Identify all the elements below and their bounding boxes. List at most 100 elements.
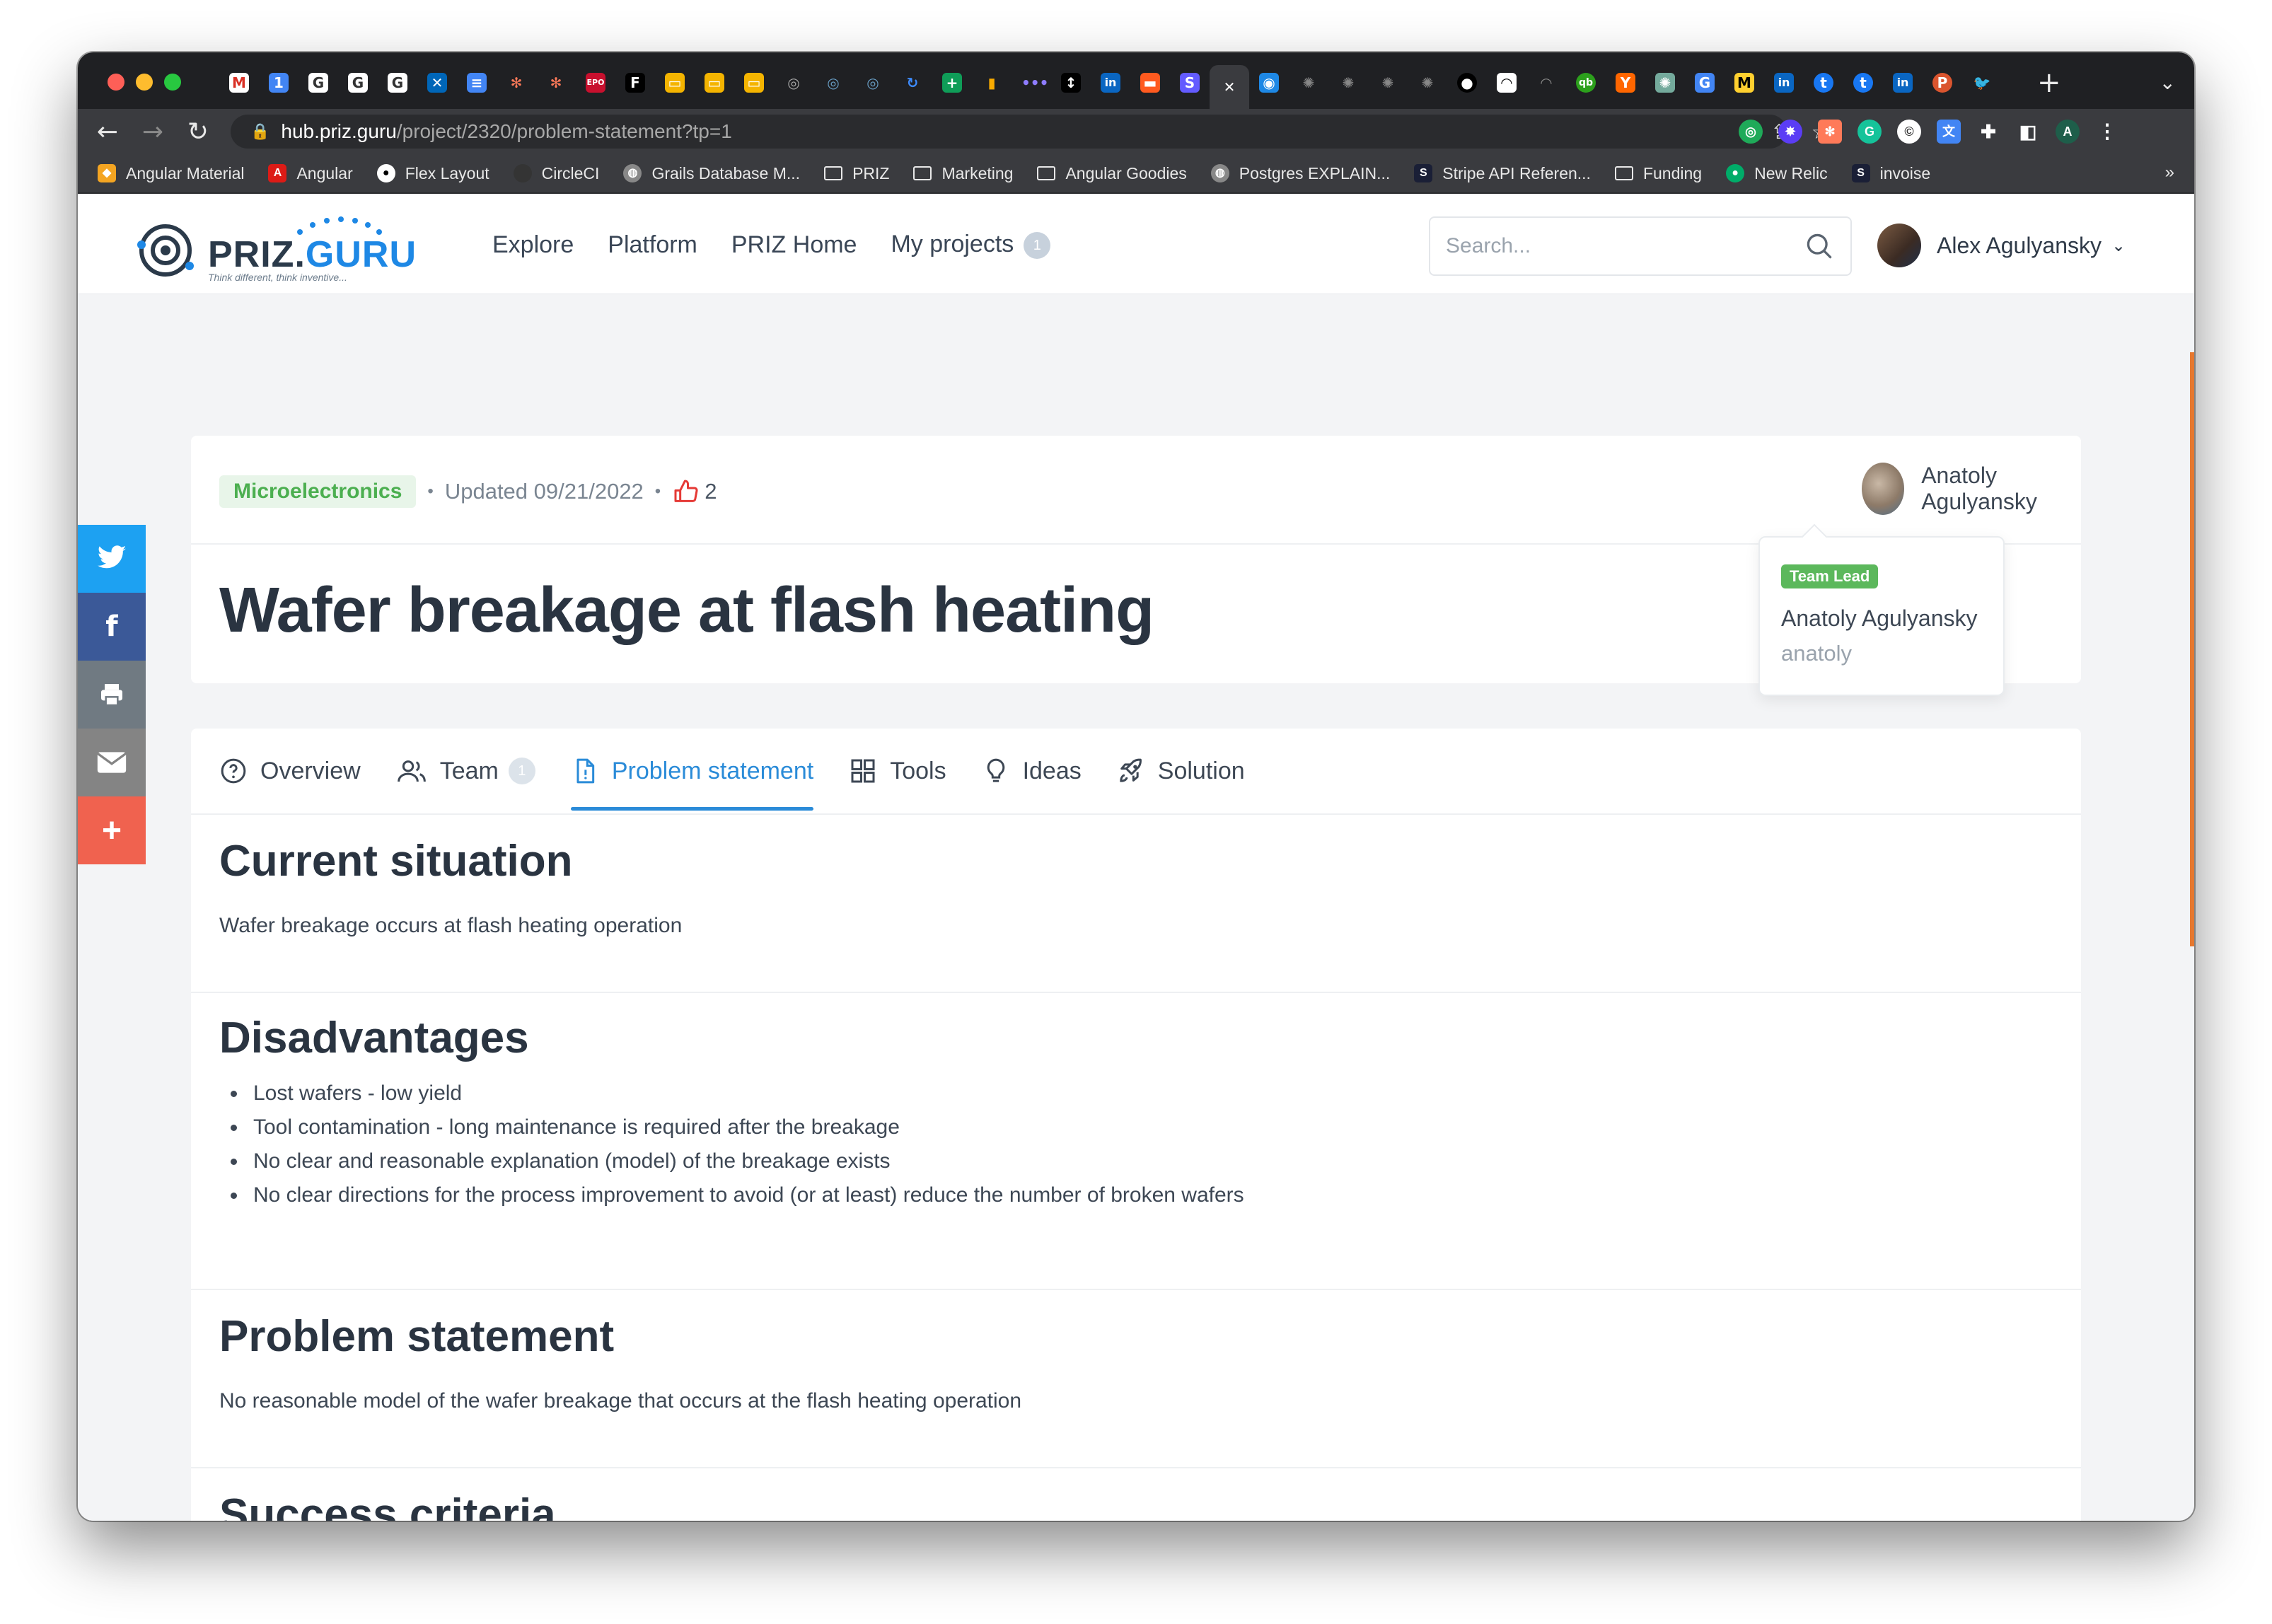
tab-problem-statement[interactable]: Problem statement <box>570 729 814 813</box>
bookmark-item[interactable]: ◆ Angular Material <box>98 164 244 183</box>
browser-tab-active[interactable]: ✕ <box>1210 65 1249 109</box>
close-window-button[interactable] <box>108 74 124 91</box>
search-input[interactable] <box>1430 218 1784 274</box>
browser-tab[interactable]: in <box>1883 65 1923 100</box>
address-bar[interactable]: 🔒 hub.priz.guru /project/2320/problem-st… <box>231 115 1829 149</box>
browser-tab[interactable]: ◉ <box>1249 65 1289 100</box>
browser-tab[interactable]: P <box>1923 65 1962 100</box>
extension-icon[interactable]: ◎ <box>1739 120 1763 144</box>
priz-logo[interactable]: PRIZ.GURU Think different, think inventi… <box>133 212 430 283</box>
nav-my-projects[interactable]: My projects 1 <box>891 231 1051 259</box>
bookmark-item[interactable]: Sinvoise <box>1851 164 1930 183</box>
menu-dots-icon[interactable]: ⋮ <box>2095 120 2119 144</box>
browser-tab[interactable]: ◎ <box>813 65 853 100</box>
user-menu[interactable]: Alex Agulyansky ⌄ <box>1877 221 2126 270</box>
tab-search-icon[interactable]: ⌄ <box>2160 71 2176 94</box>
browser-tab[interactable]: ✺ <box>1645 65 1685 100</box>
puzzle-icon[interactable]: ✚ <box>1976 120 2000 144</box>
facebook-share-button[interactable]: f <box>78 593 146 661</box>
nav-platform[interactable]: Platform <box>608 231 697 259</box>
browser-tab[interactable]: G <box>299 65 338 100</box>
browser-tab[interactable]: t <box>1843 65 1883 100</box>
browser-tab[interactable]: G <box>338 65 378 100</box>
browser-tab[interactable]: ••• <box>1012 65 1051 100</box>
browser-tab[interactable]: ▭ <box>655 65 695 100</box>
browser-tab[interactable]: in <box>1764 65 1804 100</box>
browser-tab[interactable]: ✺ <box>1368 65 1408 100</box>
browser-tab[interactable]: ▮ <box>972 65 1012 100</box>
bookmark-folder[interactable]: Funding <box>1614 164 1702 183</box>
browser-tab[interactable]: 🐦 <box>1962 65 2002 100</box>
profile-avatar-icon[interactable]: A <box>2056 120 2080 144</box>
close-icon[interactable]: ✕ <box>1219 77 1239 97</box>
nav-priz-home[interactable]: PRIZ Home <box>731 231 857 259</box>
bookmark-item[interactable]: ◍ Grails Database M... <box>623 164 800 183</box>
reload-icon[interactable]: ↻ <box>175 117 221 146</box>
browser-tab[interactable]: ✺ <box>1289 65 1328 100</box>
email-share-button[interactable] <box>78 729 146 796</box>
like-button[interactable]: 2 <box>672 477 717 506</box>
more-share-button[interactable]: + <box>78 796 146 864</box>
search-icon[interactable] <box>1804 231 1835 262</box>
zoom-window-button[interactable] <box>164 74 181 91</box>
twitter-share-button[interactable] <box>78 525 146 593</box>
new-tab-button[interactable]: + <box>2037 66 2061 99</box>
browser-tab[interactable]: t <box>1804 65 1843 100</box>
browser-tab[interactable]: EPO <box>576 65 615 100</box>
browser-tab[interactable]: ✻ <box>497 65 536 100</box>
browser-tab[interactable]: in <box>1091 65 1130 100</box>
bookmark-item[interactable]: A Angular <box>268 164 353 183</box>
grammarly-icon[interactable]: G <box>1857 120 1882 144</box>
browser-tab[interactable]: ◠ <box>1526 65 1566 100</box>
print-button[interactable] <box>78 661 146 729</box>
tab-solution[interactable]: Solution <box>1117 729 1245 813</box>
bookmark-item[interactable]: ● New Relic <box>1726 164 1828 183</box>
bookmark-folder[interactable]: PRIZ <box>824 164 889 183</box>
extension-icon[interactable]: © <box>1897 120 1921 144</box>
bookmarks-more-icon[interactable]: » <box>2165 163 2174 182</box>
browser-tab[interactable]: ▭ <box>695 65 734 100</box>
bookmark-folder[interactable]: Angular Goodies <box>1037 164 1187 183</box>
forward-icon[interactable]: → <box>130 117 175 146</box>
browser-tab[interactable]: ↕ <box>1051 65 1091 100</box>
bookmark-item[interactable]: S Stripe API Referen... <box>1414 164 1591 183</box>
bookmark-item[interactable]: ◍ Postgres EXPLAIN... <box>1210 164 1390 183</box>
browser-tab[interactable]: Y <box>1606 65 1645 100</box>
browser-tab[interactable]: 1 <box>259 65 299 100</box>
browser-tab[interactable]: ▭ <box>734 65 774 100</box>
browser-tab[interactable]: ◠ <box>1487 65 1526 100</box>
bookmark-item[interactable]: ● Flex Layout <box>376 164 489 183</box>
project-owner[interactable]: Anatoly Agulyansky <box>1862 463 2081 515</box>
browser-tab[interactable]: ✕ <box>417 65 457 100</box>
browser-tab[interactable]: qb <box>1566 65 1606 100</box>
browser-tab[interactable]: F <box>615 65 655 100</box>
extension-icon[interactable]: ✸ <box>1778 120 1802 144</box>
browser-tab[interactable]: ✺ <box>1408 65 1447 100</box>
browser-tab[interactable]: S <box>1170 65 1210 100</box>
browser-tab[interactable]: M <box>1725 65 1764 100</box>
browser-tab[interactable]: + <box>932 65 972 100</box>
extension-icon[interactable]: ✻ <box>1818 120 1842 144</box>
browser-tab[interactable]: ≡ <box>457 65 497 100</box>
browser-tab[interactable]: ◎ <box>774 65 813 100</box>
bookmark-item[interactable]: CircleCI <box>513 164 599 183</box>
browser-tab[interactable]: ✻ <box>536 65 576 100</box>
tab-overview[interactable]: Overview <box>219 729 361 813</box>
browser-tab[interactable]: G <box>378 65 417 100</box>
category-badge[interactable]: Microelectronics <box>219 475 417 508</box>
nav-explore[interactable]: Explore <box>492 231 574 259</box>
browser-tab[interactable]: G <box>1685 65 1725 100</box>
sidebar-icon[interactable]: ◧ <box>2016 120 2040 144</box>
minimize-window-button[interactable] <box>136 74 153 91</box>
tab-team[interactable]: Team 1 <box>396 729 535 813</box>
bookmark-folder[interactable]: Marketing <box>913 164 1013 183</box>
back-icon[interactable]: ← <box>85 117 130 146</box>
browser-tab[interactable]: ▬ <box>1130 65 1170 100</box>
tab-ideas[interactable]: Ideas <box>982 729 1082 813</box>
tab-tools[interactable]: Tools <box>849 729 946 813</box>
scroll-indicator[interactable] <box>2190 352 2194 946</box>
browser-tab[interactable]: ◎ <box>853 65 893 100</box>
browser-tab[interactable]: M <box>219 65 259 100</box>
translate-icon[interactable]: 文 <box>1937 120 1961 144</box>
browser-tab[interactable]: ↻ <box>893 65 932 100</box>
